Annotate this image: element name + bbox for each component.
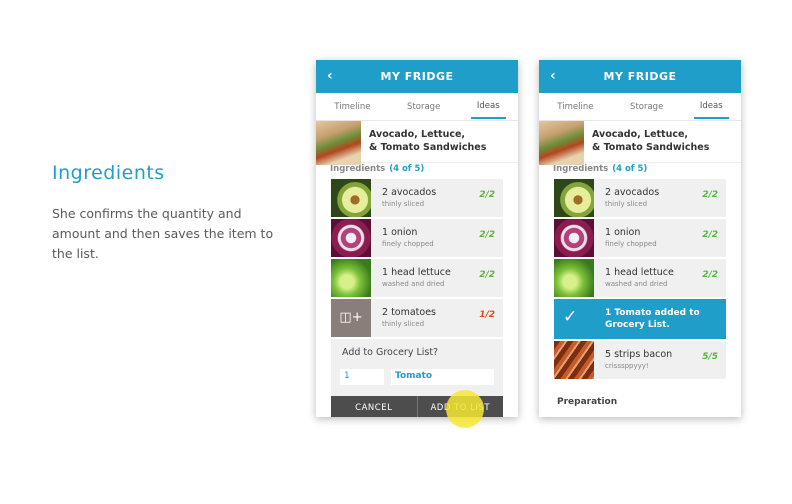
ingredients-heading: Ingredients (4 of 5) <box>539 163 741 177</box>
preparation-heading: Preparation <box>557 397 618 407</box>
section-description: She confirms the quantity and amount and… <box>52 206 274 261</box>
chevron-left-icon[interactable]: ‹ <box>327 60 333 93</box>
tab-ideas[interactable]: Ideas <box>693 95 729 119</box>
item-note: washed and dried <box>382 280 445 288</box>
list-item[interactable]: 5 strips bacon crisssppyyy! 5/5 <box>554 341 726 379</box>
item-quantity: 2/2 <box>702 270 718 280</box>
recipe-header: Avocado, Lettuce, & Tomato Sandwiches <box>316 121 518 165</box>
lettuce-image <box>331 259 371 297</box>
chevron-left-icon[interactable]: ‹ <box>550 60 556 93</box>
lettuce-image <box>554 259 594 297</box>
item-field[interactable]: Tomato <box>391 369 494 385</box>
ingredient-list: 2 avocados thinly sliced 2/2 1 onion fin… <box>554 179 726 381</box>
intro: Ingredients She confirms the quantity an… <box>52 162 282 264</box>
item-note: washed and dried <box>605 280 668 288</box>
tab-timeline[interactable]: Timeline <box>328 96 376 118</box>
sandwich-image <box>316 121 361 165</box>
list-item[interactable]: ◫+ 2 tomatoes thinly sliced 1/2 <box>331 299 503 337</box>
tab-ideas[interactable]: Ideas <box>470 95 506 119</box>
item-name: 2 avocados <box>605 187 660 198</box>
item-quantity: 2/2 <box>479 230 495 240</box>
add-prompt: Add to Grocery List? <box>342 347 439 358</box>
item-quantity: 2/2 <box>702 230 718 240</box>
recipe-title-line: & Tomato Sandwiches <box>592 142 710 153</box>
list-item[interactable]: 2 avocados thinly sliced 2/2 <box>554 179 726 217</box>
item-name: 5 strips bacon <box>605 349 673 360</box>
cancel-button[interactable]: CANCEL <box>331 396 418 417</box>
item-name: 2 tomatoes <box>382 307 437 318</box>
phone-screen-confirm: ‹ MY FRIDGE Timeline Storage Ideas Avoca… <box>316 60 518 417</box>
list-item[interactable]: 1 onion finely chopped 2/2 <box>554 219 726 257</box>
confirmation-line: 1 Tomato added to <box>605 308 700 318</box>
phone-screen-added: ‹ MY FRIDGE Timeline Storage Ideas Avoca… <box>539 60 741 417</box>
added-confirmation: ✓ 1 Tomato added to Grocery List. <box>554 299 726 339</box>
list-item[interactable]: 1 head lettuce washed and dried 2/2 <box>331 259 503 297</box>
tab-timeline[interactable]: Timeline <box>551 96 599 118</box>
recipe-title-line: Avocado, Lettuce, <box>369 129 466 140</box>
confirmation-line: Grocery List. <box>605 320 670 330</box>
avocado-image <box>331 179 371 217</box>
tab-bar: Timeline Storage Ideas <box>316 93 518 121</box>
recipe-title: Avocado, Lettuce, & Tomato Sandwiches <box>592 128 709 154</box>
sandwich-image <box>539 121 584 165</box>
ingredients-label: Ingredients <box>330 164 386 174</box>
item-quantity: 2/2 <box>479 270 495 280</box>
basket-add-icon[interactable]: ◫+ <box>331 299 371 337</box>
list-item[interactable]: 2 avocados thinly sliced 2/2 <box>331 179 503 217</box>
item-note: thinly sliced <box>605 200 648 208</box>
item-quantity: 5/5 <box>702 352 718 362</box>
confirmation-message: 1 Tomato added to Grocery List. <box>605 307 700 331</box>
recipe-title-line: Avocado, Lettuce, <box>592 129 689 140</box>
tap-indicator <box>446 390 484 428</box>
app-header: ‹ MY FRIDGE <box>316 60 518 93</box>
section-title: Ingredients <box>52 162 165 184</box>
basket-check-icon: ✓ <box>563 307 578 327</box>
add-to-list-panel: Add to Grocery List? 1 Tomato <box>331 339 503 396</box>
list-item[interactable]: 1 onion finely chopped 2/2 <box>331 219 503 257</box>
ingredients-heading: Ingredients (4 of 5) <box>316 163 518 177</box>
item-quantity: 2/2 <box>702 190 718 200</box>
ingredients-label: Ingredients <box>553 164 609 174</box>
item-name: 1 onion <box>605 227 641 238</box>
bacon-image <box>554 341 594 379</box>
avocado-image <box>554 179 594 217</box>
app-header: ‹ MY FRIDGE <box>539 60 741 93</box>
recipe-title: Avocado, Lettuce, & Tomato Sandwiches <box>369 128 486 154</box>
recipe-title-line: & Tomato Sandwiches <box>369 142 487 153</box>
item-quantity: 2/2 <box>479 190 495 200</box>
list-item[interactable]: 1 head lettuce washed and dried 2/2 <box>554 259 726 297</box>
tab-storage[interactable]: Storage <box>401 96 446 118</box>
ingredients-count: (4 of 5) <box>612 164 648 174</box>
tab-storage[interactable]: Storage <box>624 96 669 118</box>
app-title: MY FRIDGE <box>603 70 677 83</box>
ingredient-list: 2 avocados thinly sliced 2/2 1 onion fin… <box>331 179 503 339</box>
item-name: 2 avocados <box>382 187 437 198</box>
item-quantity: 1/2 <box>479 310 495 320</box>
quantity-field[interactable]: 1 <box>340 369 384 385</box>
item-note: thinly sliced <box>382 320 425 328</box>
app-title: MY FRIDGE <box>380 70 454 83</box>
item-name: 1 head lettuce <box>382 267 451 278</box>
onion-image <box>554 219 594 257</box>
recipe-header: Avocado, Lettuce, & Tomato Sandwiches <box>539 121 741 165</box>
onion-image <box>331 219 371 257</box>
item-note: finely chopped <box>382 240 434 248</box>
item-note: crisssppyyy! <box>605 362 649 370</box>
tab-bar: Timeline Storage Ideas <box>539 93 741 121</box>
item-note: thinly sliced <box>382 200 425 208</box>
ingredients-count: (4 of 5) <box>389 164 425 174</box>
item-name: 1 head lettuce <box>605 267 674 278</box>
item-name: 1 onion <box>382 227 418 238</box>
item-note: finely chopped <box>605 240 657 248</box>
